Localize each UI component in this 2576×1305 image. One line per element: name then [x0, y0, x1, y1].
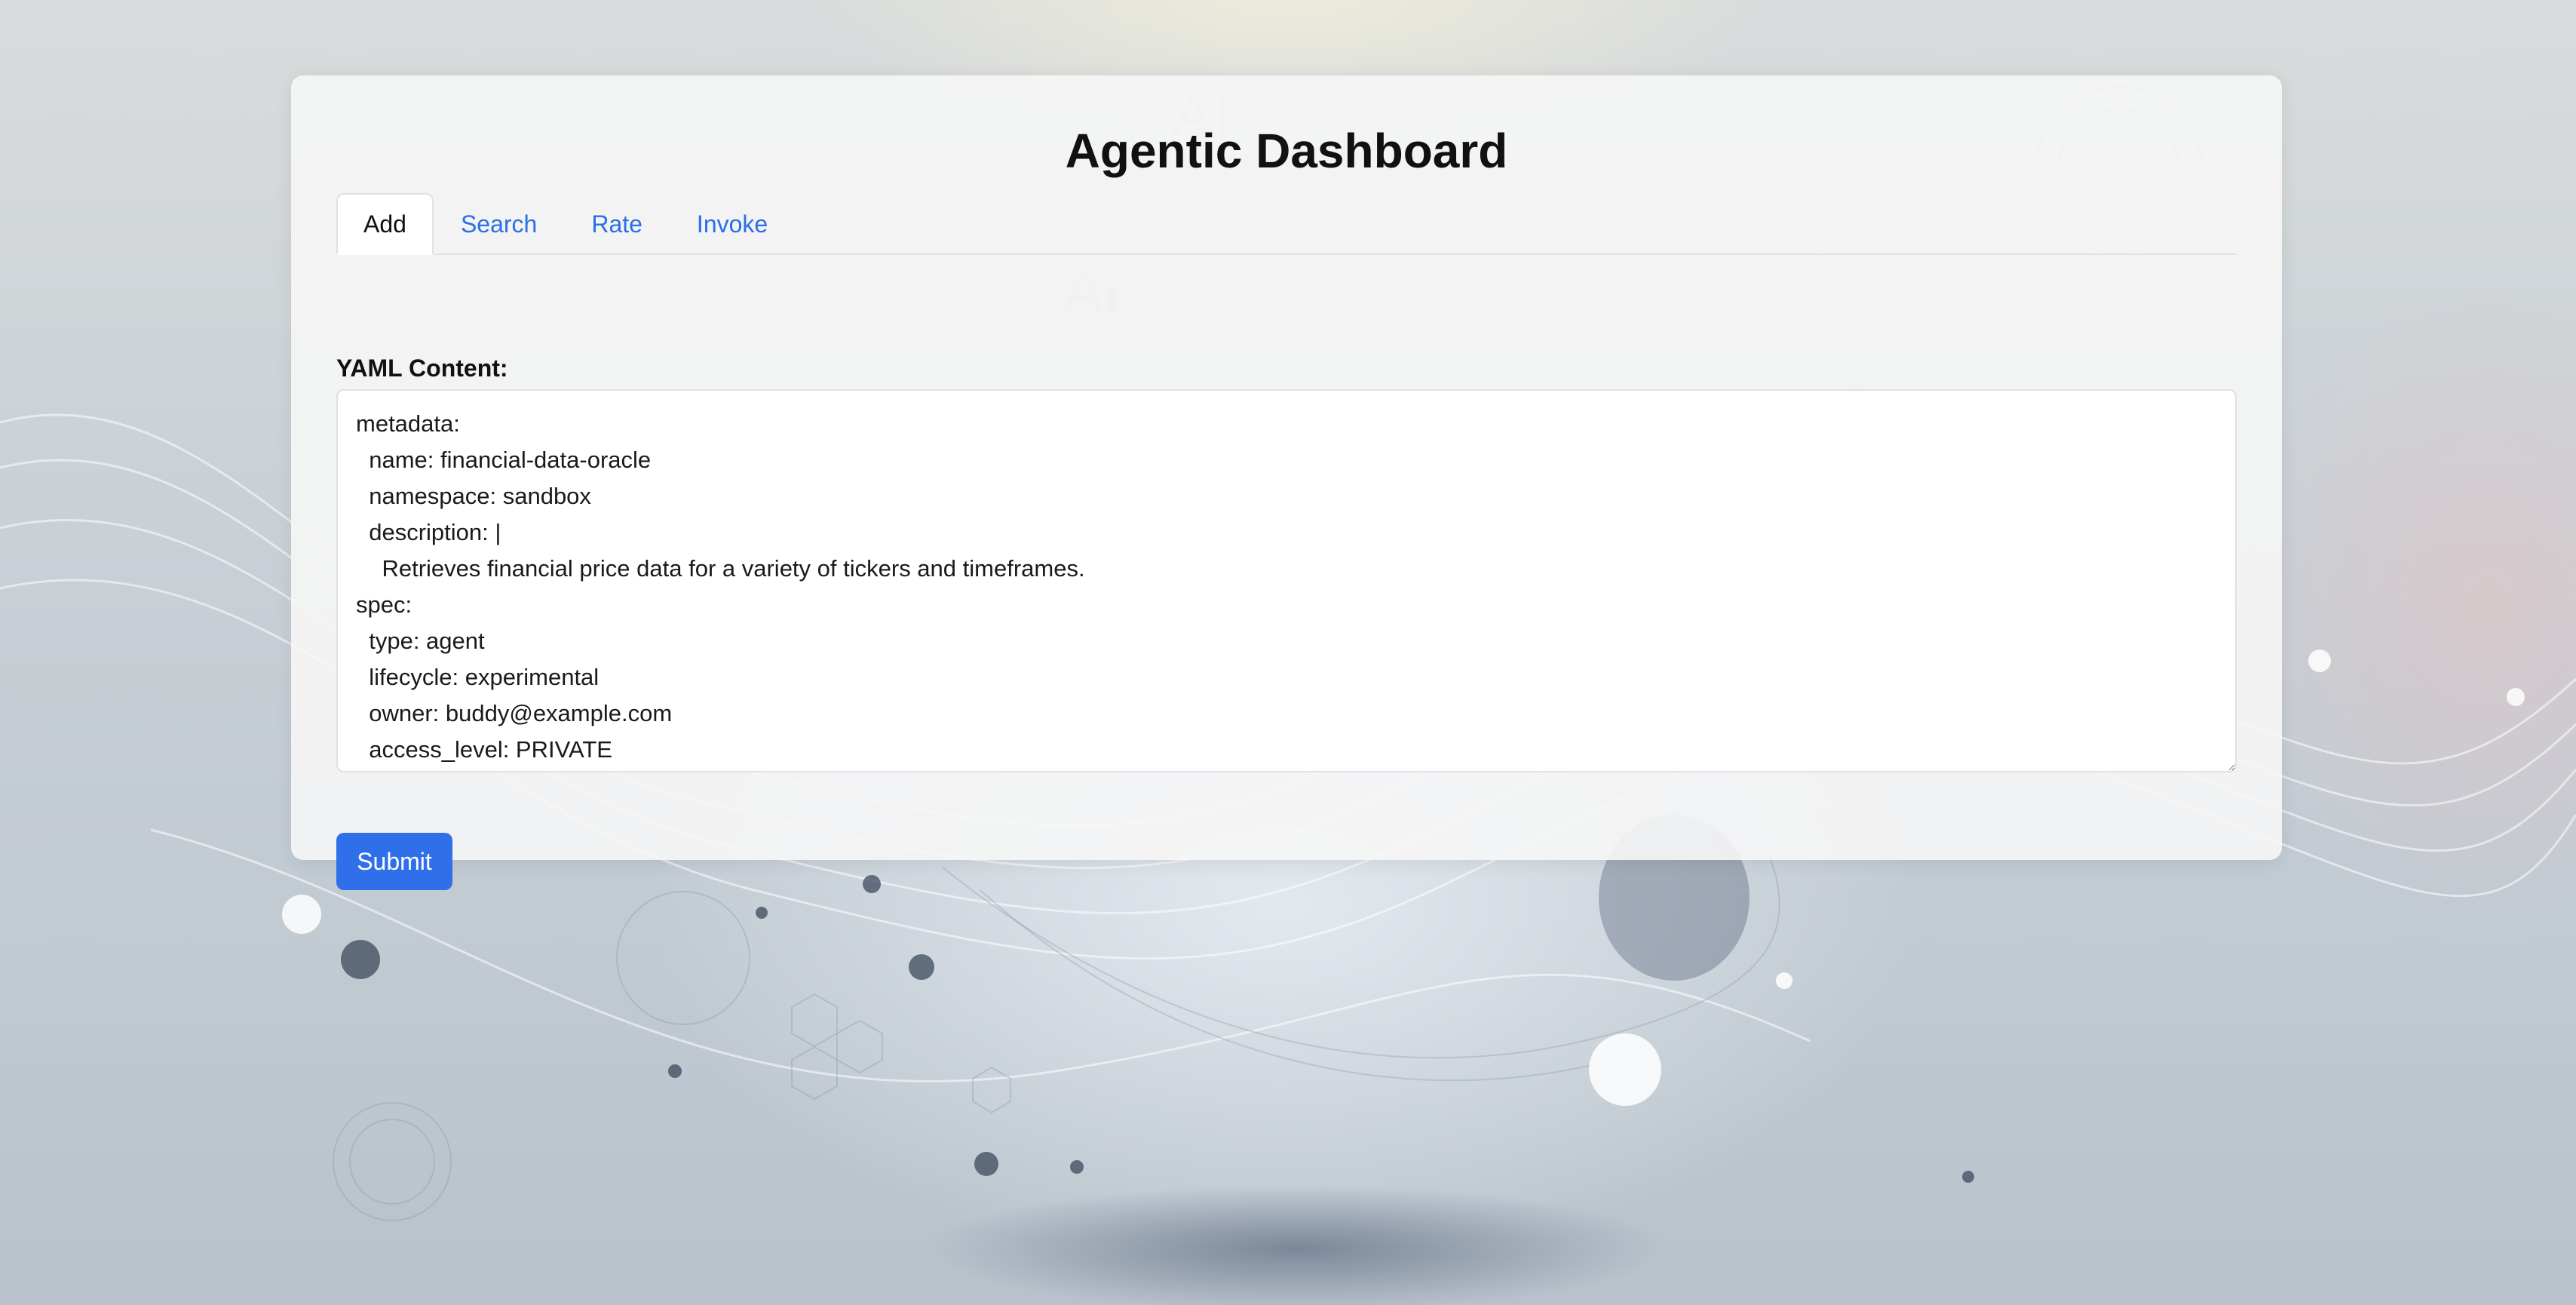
submit-button[interactable]: Submit	[336, 833, 452, 890]
page-title: Agentic Dashboard	[1065, 124, 1508, 178]
tab-rate[interactable]: Rate	[564, 193, 670, 255]
yaml-content-textarea[interactable]: metadata: name: financial-data-oracle na…	[336, 389, 2237, 772]
tab-search[interactable]: Search	[434, 193, 564, 255]
tab-add[interactable]: Add	[336, 193, 434, 255]
dashboard-card: Agentic Dashboard Add Search Rate Invoke…	[291, 75, 2282, 890]
yaml-content-label: YAML Content:	[336, 355, 508, 382]
tab-invoke[interactable]: Invoke	[670, 193, 795, 255]
tab-bar: Add Search Rate Invoke	[336, 190, 2237, 255]
